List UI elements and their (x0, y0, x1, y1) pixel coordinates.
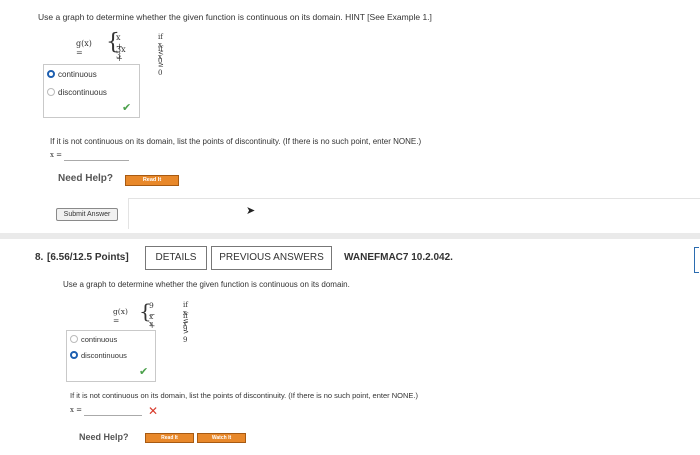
q7-prompt: Use a graph to determine whether the giv… (38, 12, 432, 22)
q7-need-help: Need Help? (58, 173, 114, 184)
q7-x-input[interactable] (64, 160, 129, 161)
q8-option-discontinuous[interactable]: discontinuous (70, 351, 127, 360)
incorrect-x-icon: ✕ (148, 404, 159, 418)
q8-number: 8. (35, 252, 44, 263)
q8-prompt: Use a graph to determine whether the giv… (63, 280, 350, 289)
mouse-cursor-icon: ➤ (246, 205, 256, 217)
radio-selected-icon[interactable] (47, 70, 55, 78)
q8-option-continuous[interactable]: continuous (70, 335, 117, 344)
correct-check-icon: ✔ (122, 102, 132, 114)
q8-source: WANEFMAC7 10.2.042. (344, 252, 453, 263)
correct-check-icon: ✔ (139, 366, 149, 378)
q8-piece-2-cond: if x > 9 (183, 312, 189, 344)
q8-discontinuity-prompt: If it is not continuous on its domain, l… (70, 391, 418, 400)
q8-x-input[interactable] (84, 415, 142, 416)
q7-x-label: x = (50, 151, 63, 159)
q8-previous-answers-button[interactable]: PREVIOUS ANSWERS (211, 246, 332, 270)
q8-x-label: x = (70, 406, 83, 414)
q8-answer-box: continuous discontinuous ✔ (66, 330, 156, 382)
q8-read-it-button[interactable]: Read It (145, 433, 194, 443)
q7-option-discontinuous[interactable]: discontinuous (47, 88, 107, 97)
q8-func-name: g(x) = (113, 307, 128, 325)
q7-func-name: g(x) = (76, 39, 92, 57)
q8-details-button[interactable]: DETAILS (145, 246, 207, 270)
q8-need-help: Need Help? (79, 432, 129, 442)
radio-empty-icon[interactable] (70, 335, 78, 343)
q7-submit-button[interactable]: Submit Answer (56, 208, 118, 221)
q7-read-it-button[interactable]: Read It (125, 175, 179, 186)
q8-points: [6.56/12.5 Points] (47, 252, 129, 263)
right-edge-panel (694, 247, 699, 273)
q7-option-continuous[interactable]: continuous (47, 70, 97, 79)
q7-submit-area (128, 198, 700, 229)
question-divider (0, 233, 700, 239)
q7-piece-2-cond: if x ≥ 0 (158, 45, 164, 77)
radio-empty-icon[interactable] (47, 88, 55, 96)
q8-watch-it-button[interactable]: Watch It (197, 433, 246, 443)
radio-selected-icon[interactable] (70, 351, 78, 359)
q7-answer-box: continuous discontinuous ✔ (43, 64, 140, 118)
q7-discontinuity-prompt: If it is not continuous on its domain, l… (50, 137, 422, 146)
